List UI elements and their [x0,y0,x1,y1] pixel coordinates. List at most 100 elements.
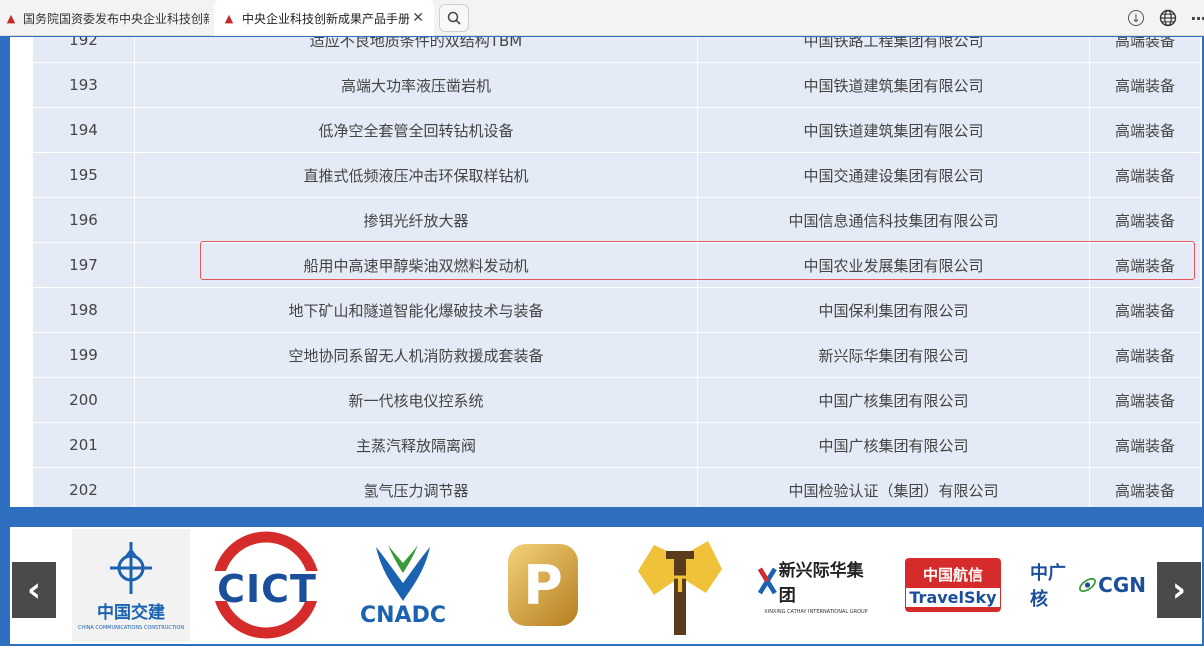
download-button[interactable]: ↓ [1126,8,1146,28]
search-icon [447,11,461,25]
tab-title: 国务院国资委发布中央企业科技创新成果 [23,11,209,26]
site-favicon-icon: ▲ [224,11,234,25]
more-options-button[interactable]: ··· [1188,8,1204,28]
row-number: 201 [32,422,135,468]
company-name: 中国检验认证（集团）有限公司 [697,467,1090,507]
table-row: 195 直推式低频液压冲击环保取样钻机 中国交通建设集团有限公司 高端装备 [32,152,1200,198]
product-name: 适应不良地质条件的双结构TBM [134,37,698,63]
logo-subtitle: CHINA COMMUNICATIONS CONSTRUCTION [77,624,185,631]
product-name: 高端大功率液压凿岩机 [134,62,698,108]
chevron-right-icon: › [1171,570,1186,610]
globe-button[interactable] [1158,8,1178,28]
row-number: 200 [32,377,135,423]
logo-name: 中国航信 [922,565,983,584]
logo-name: P [523,553,563,617]
logo-name: 中广核 [1030,563,1066,610]
product-name: 新一代核电仪控系统 [134,377,698,423]
company-name: 新兴际华集团有限公司 [697,332,1090,378]
category: 高端装备 [1089,152,1200,198]
company-name: 中国铁道建筑集团有限公司 [697,62,1090,108]
logo-name: 新兴际华集团 [778,560,864,606]
logo-name: 中国交建 [97,602,165,623]
logo-gold-t[interactable]: T [630,529,730,641]
logo-name: T [672,573,688,598]
globe-icon [1159,9,1177,27]
category: 高端装备 [1089,287,1200,333]
tab-title: 中央企业科技创新成果产品手册 [242,11,411,26]
browser-tab-1[interactable]: ▲ 国务院国资委发布中央企业科技创新成果 [0,0,213,36]
product-name: 主蒸汽释放隔离阀 [134,422,698,468]
logo-cict[interactable]: CICT [206,529,328,641]
category: 高端装备 [1089,62,1200,108]
company-name: 中国铁路工程集团有限公司 [697,37,1090,63]
company-name: 中国交通建设集团有限公司 [697,152,1090,198]
table-row: 200 新一代核电仪控系统 中国广核集团有限公司 高端装备 [32,377,1200,423]
category: 高端装备 [1089,377,1200,423]
table-row-highlighted: 197 船用中高速甲醇柴油双燃料发动机 中国农业发展集团有限公司 高端装备 [32,242,1200,288]
logo-name: CICT [217,567,317,611]
browser-tab-strip: ▲ 国务院国资委发布中央企业科技创新成果 ▲ 中央企业科技创新成果产品手册 ✕ … [0,0,1204,36]
product-name: 掺铒光纤放大器 [134,197,698,243]
table-row: 194 低净空全套管全回转钻机设备 中国铁道建筑集团有限公司 高端装备 [32,107,1200,153]
table-row: 192 适应不良地质条件的双结构TBM 中国铁路工程集团有限公司 高端装备 [32,37,1200,63]
product-name: 氢气压力调节器 [134,467,698,507]
table-row: 196 掺铒光纤放大器 中国信息通信科技集团有限公司 高端装备 [32,197,1200,243]
company-name: 中国保利集团有限公司 [697,287,1090,333]
category: 高端装备 [1089,422,1200,468]
category: 高端装备 [1089,242,1200,288]
logo-name: CNADC [360,602,446,628]
logo-subtitle: TravelSky [906,587,1000,607]
browser-tab-2-active[interactable]: ▲ 中央企业科技创新成果产品手册 ✕ [214,0,434,36]
row-number: 194 [32,107,135,153]
partner-logo-carousel: ‹ 中国交建 CHINA COMMUNICATIONS CONSTRUCTION… [10,527,1202,644]
company-name: 中国铁道建筑集团有限公司 [697,107,1090,153]
cnadc-emblem-icon [376,544,430,601]
logo-subtitle: CGN [1098,573,1146,597]
row-number: 197 [32,242,135,288]
product-name: 船用中高速甲醇柴油双燃料发动机 [134,242,698,288]
table-row: 198 地下矿山和隧道智能化爆破技术与装备 中国保利集团有限公司 高端装备 [32,287,1200,333]
carousel-next-button[interactable]: › [1157,562,1201,618]
logo-cgn[interactable]: 中广核 CGN [1030,529,1146,641]
product-name: 直推式低频液压冲击环保取样钻机 [134,152,698,198]
category: 高端装备 [1089,467,1200,507]
row-number: 195 [32,152,135,198]
category: 高端装备 [1089,332,1200,378]
cgn-atom-icon [1079,577,1097,593]
product-table-wrapper[interactable]: 192 适应不良地质条件的双结构TBM 中国铁路工程集团有限公司 高端装备 19… [32,37,1200,507]
category: 高端装备 [1089,37,1200,63]
xinxing-emblem-icon [758,567,777,594]
product-name: 地下矿山和隧道智能化爆破技术与装备 [134,287,698,333]
product-name: 低净空全套管全回转钻机设备 [134,107,698,153]
row-number: 198 [32,287,135,333]
content-panel: 192 适应不良地质条件的双结构TBM 中国铁路工程集团有限公司 高端装备 19… [10,37,1202,507]
table-row: 202 氢气压力调节器 中国检验认证（集团）有限公司 高端装备 [32,467,1200,507]
chevron-left-icon: ‹ [26,570,41,610]
carousel-prev-button[interactable]: ‹ [12,562,56,618]
company-name: 中国农业发展集团有限公司 [697,242,1090,288]
download-icon: ↓ [1128,10,1144,26]
category: 高端装备 [1089,197,1200,243]
table-row: 193 高端大功率液压凿岩机 中国铁道建筑集团有限公司 高端装备 [32,62,1200,108]
table-row: 201 主蒸汽释放隔离阀 中国广核集团有限公司 高端装备 [32,422,1200,468]
row-number: 196 [32,197,135,243]
logo-xinxing-cathay[interactable]: 新兴际华集团 XINXING CATHAY INTERNATIONAL GROU… [758,529,874,641]
table-row: 199 空地协同系留无人机消防救援成套装备 新兴际华集团有限公司 高端装备 [32,332,1200,378]
logo-poly[interactable]: P [504,529,582,641]
product-name: 空地协同系留无人机消防救援成套装备 [134,332,698,378]
close-tab-icon[interactable]: ✕ [412,10,424,26]
site-favicon-icon: ▲ [6,11,16,25]
logo-subtitle: XINXING CATHAY INTERNATIONAL GROUP [764,608,868,615]
row-number: 192 [32,37,135,63]
logo-cccc[interactable]: 中国交建 CHINA COMMUNICATIONS CONSTRUCTION [72,529,190,641]
row-number: 202 [32,467,135,507]
company-name: 中国广核集团有限公司 [697,422,1090,468]
row-number: 199 [32,332,135,378]
product-table: 192 适应不良地质条件的双结构TBM 中国铁路工程集团有限公司 高端装备 19… [32,37,1200,507]
page-content: 192 适应不良地质条件的双结构TBM 中国铁路工程集团有限公司 高端装备 19… [0,37,1204,646]
logo-cnadc[interactable]: CNADC [350,529,456,641]
search-tab-button[interactable] [439,4,469,32]
logo-travelsky[interactable]: 中国航信 TravelSky [904,529,1002,641]
company-name: 中国信息通信科技集团有限公司 [697,197,1090,243]
cccc-emblem-icon [110,541,152,594]
